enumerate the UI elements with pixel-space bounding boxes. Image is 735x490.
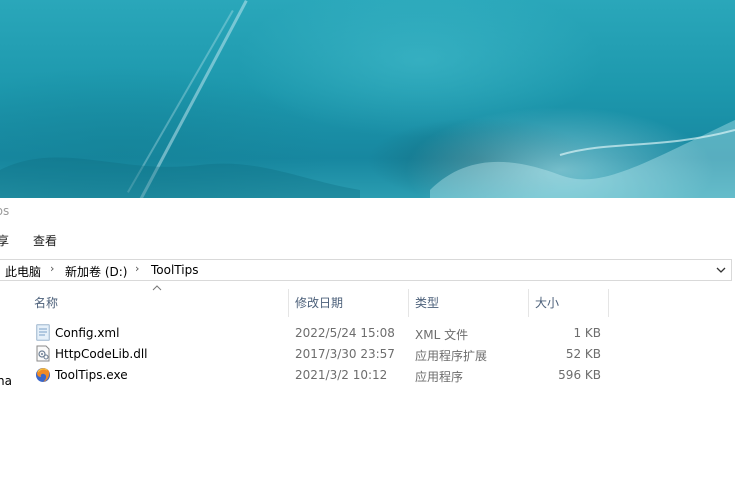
xml-file-icon xyxy=(36,324,50,341)
dll-file-icon xyxy=(36,345,50,362)
desktop-wallpaper xyxy=(0,0,735,198)
file-size: 1 KB xyxy=(573,326,601,340)
window-title: ips xyxy=(0,204,10,218)
firefox-exe-icon xyxy=(36,368,50,382)
sort-ascending-icon xyxy=(152,285,162,291)
breadcrumb-separator-icon[interactable]: › xyxy=(135,262,139,275)
address-bar[interactable]: 此电脑 › 新加卷 (D:) › ToolTips xyxy=(0,259,732,281)
file-type: 应用程序扩展 xyxy=(415,349,488,363)
file-row-config[interactable]: Config.xml 2022/5/24 15:08 XML 文件 1 KB xyxy=(30,323,610,343)
column-divider[interactable] xyxy=(288,289,289,317)
file-explorer-window: ips 享 查看 此电脑 › 新加卷 (D:) › ToolTips 名称 修改… xyxy=(0,198,735,490)
file-row-httpcodelib[interactable]: HttpCodeLib.dll 2017/3/30 23:57 应用程序扩展 5… xyxy=(30,344,610,364)
ribbon-tab-view[interactable]: 查看 xyxy=(33,232,57,249)
file-name: Config.xml xyxy=(55,326,120,340)
breadcrumb-separator-icon[interactable]: › xyxy=(50,262,54,275)
file-row-tooltips-exe[interactable]: ToolTips.exe 2021/3/2 10:12 应用程序 596 KB xyxy=(30,365,610,385)
file-type: XML 文件 xyxy=(415,328,469,342)
file-size: 596 KB xyxy=(558,368,601,382)
breadcrumb-this-pc[interactable]: 此电脑 xyxy=(5,263,41,280)
file-modified: 2021/3/2 10:12 xyxy=(295,368,388,382)
file-modified: 2022/5/24 15:08 xyxy=(295,326,395,340)
file-size: 52 KB xyxy=(565,347,601,361)
chevron-down-icon[interactable] xyxy=(714,262,728,278)
wallpaper-texture xyxy=(0,120,735,198)
file-name: ToolTips.exe xyxy=(55,368,128,382)
column-header-modified[interactable]: 修改日期 xyxy=(295,288,343,318)
column-header-type[interactable]: 类型 xyxy=(415,288,439,318)
column-header-name[interactable]: 名称 xyxy=(34,288,58,318)
column-divider[interactable] xyxy=(608,289,609,317)
column-header-size[interactable]: 大小 xyxy=(535,288,559,318)
breadcrumb-drive-d[interactable]: 新加卷 (D:) xyxy=(65,263,127,280)
breadcrumb-tooltips[interactable]: ToolTips xyxy=(151,263,198,277)
column-divider[interactable] xyxy=(528,289,529,317)
file-name: HttpCodeLib.dll xyxy=(55,347,148,361)
nav-pane-item[interactable]: na xyxy=(0,374,12,388)
file-modified: 2017/3/30 23:57 xyxy=(295,347,395,361)
ribbon-tab-share[interactable]: 享 xyxy=(0,232,9,249)
file-type: 应用程序 xyxy=(415,370,464,384)
column-divider[interactable] xyxy=(408,289,409,317)
